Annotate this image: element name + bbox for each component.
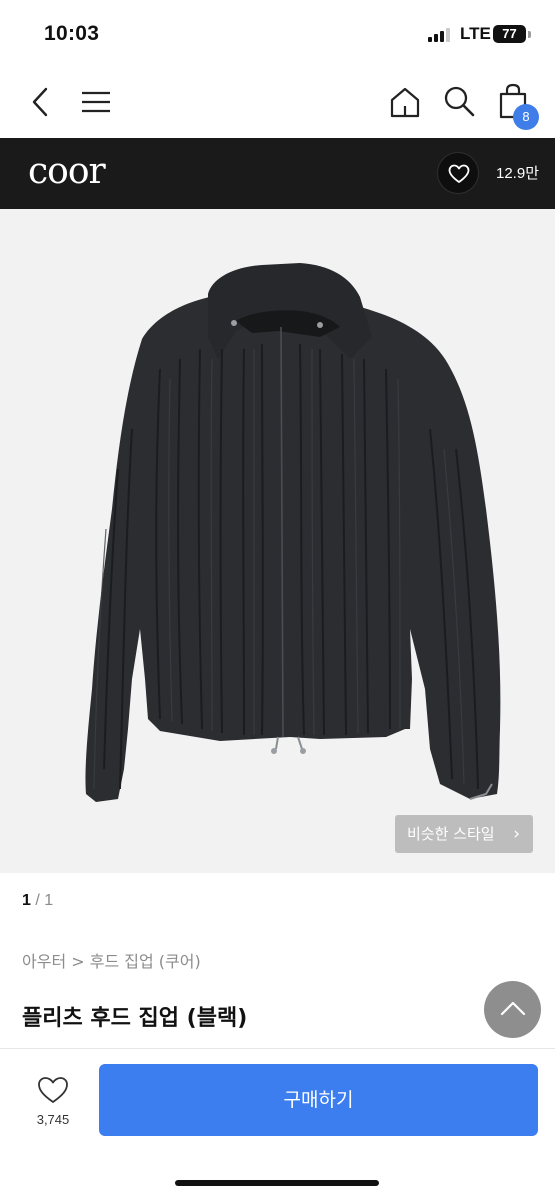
image-pager: 1 / 1 bbox=[22, 892, 53, 910]
similar-style-button[interactable]: 비슷한 스타일 › bbox=[395, 815, 533, 853]
home-indicator bbox=[175, 1180, 379, 1186]
battery-icon: 77 bbox=[493, 25, 526, 43]
breadcrumb[interactable]: 아우터 > 후드 집업 (쿠어) bbox=[22, 948, 201, 972]
buy-button[interactable]: 구매하기 bbox=[99, 1064, 538, 1136]
jacket-image bbox=[85, 263, 501, 802]
pager-total: / 1 bbox=[35, 892, 54, 909]
brand-bar[interactable]: coor 12.9만 bbox=[0, 138, 555, 209]
battery-tip bbox=[528, 31, 531, 38]
chevron-up-icon bbox=[500, 1001, 526, 1016]
chevron-left-icon[interactable] bbox=[26, 84, 56, 120]
wish-count: 3,745 bbox=[36, 1112, 70, 1127]
hamburger-menu-icon[interactable] bbox=[78, 86, 114, 118]
heart-outline-icon[interactable] bbox=[36, 1075, 70, 1105]
product-title: 플리츠 후드 집업 (블랙) bbox=[22, 1006, 248, 1031]
brand-logo[interactable]: coor bbox=[28, 150, 106, 194]
status-bar: 10:03 LTE 77 bbox=[0, 0, 555, 68]
product-image[interactable] bbox=[0, 209, 555, 873]
scroll-to-top-button[interactable] bbox=[484, 981, 541, 1038]
pager-current: 1 bbox=[22, 892, 31, 909]
brand-likes-count: 12.9만 bbox=[496, 165, 539, 182]
search-icon[interactable] bbox=[442, 84, 476, 118]
cart-count-badge: 8 bbox=[513, 104, 539, 130]
brand-like-button[interactable] bbox=[437, 152, 479, 194]
signal-icon bbox=[428, 28, 454, 42]
status-time: 10:03 bbox=[44, 22, 100, 45]
network-type: LTE bbox=[460, 24, 491, 43]
chevron-right-icon: › bbox=[513, 824, 520, 844]
top-nav bbox=[0, 68, 555, 138]
heart-outline-icon bbox=[448, 164, 470, 183]
similar-style-label: 비슷한 스타일 bbox=[407, 825, 495, 843]
home-icon[interactable] bbox=[388, 85, 422, 119]
